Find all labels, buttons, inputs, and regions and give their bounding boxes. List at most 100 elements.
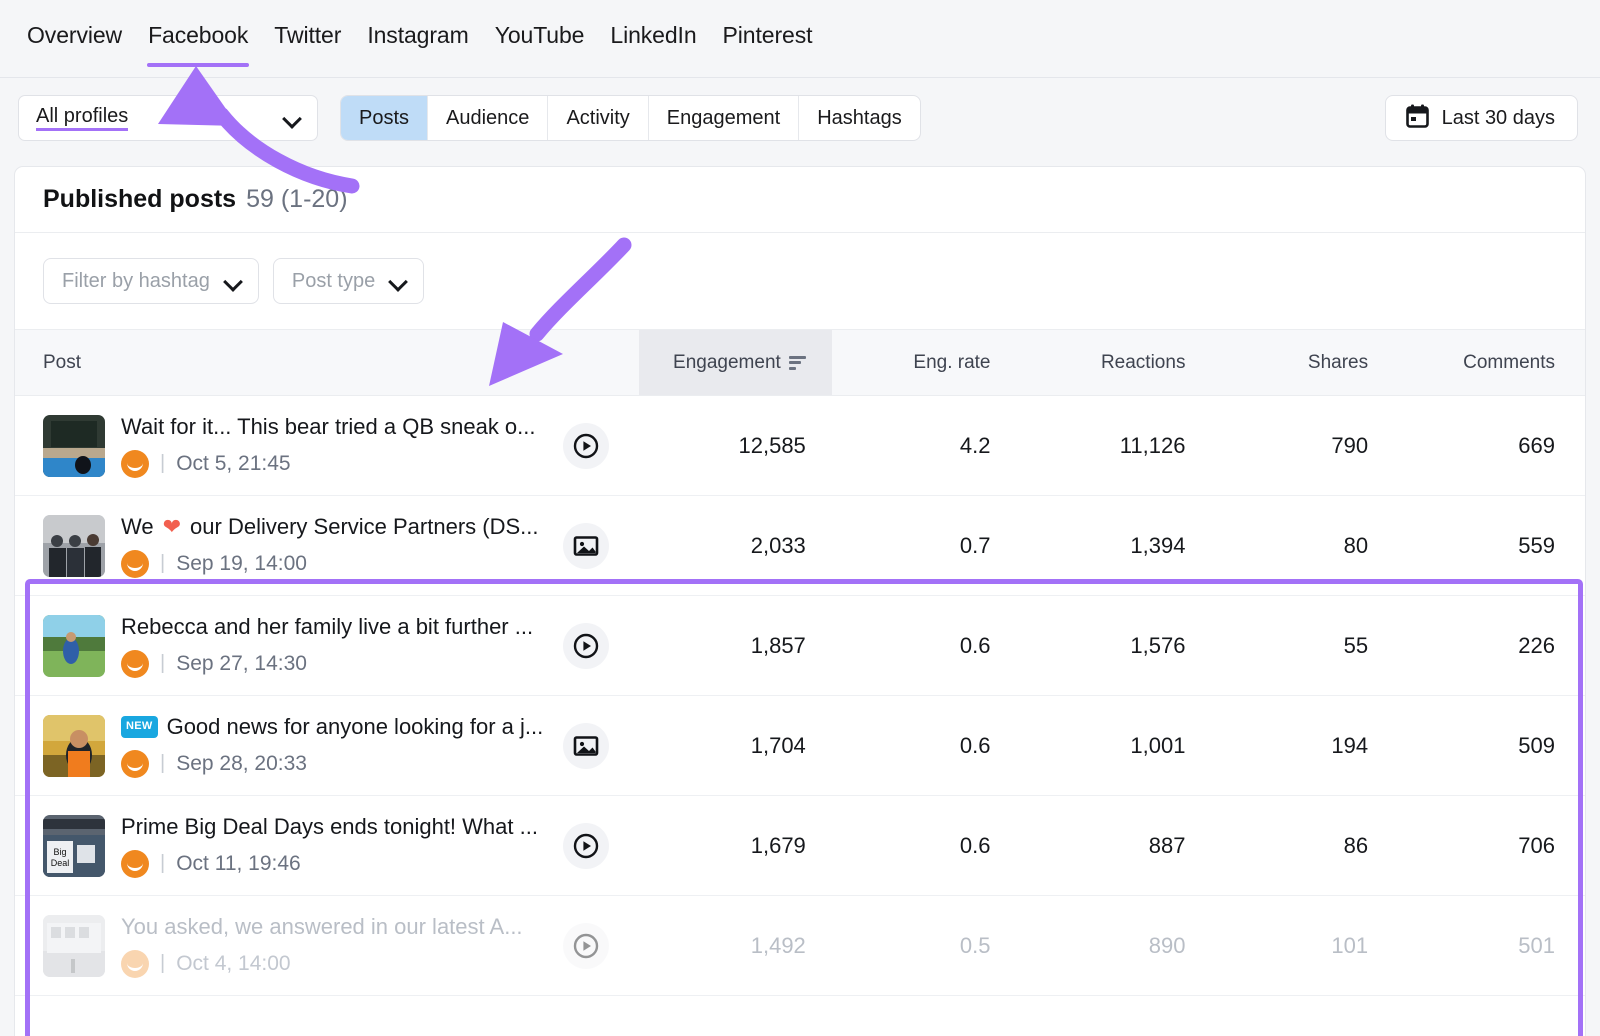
post-title-text: You asked, we answered in our latest A..… <box>121 913 523 941</box>
calendar-icon <box>1406 104 1429 133</box>
platform-tabs: OverviewFacebookTwitterInstagramYouTubeL… <box>0 0 1600 78</box>
post-text: You asked, we answered in our latest A..… <box>121 913 547 978</box>
column-header-eng-rate[interactable]: Eng. rate <box>832 330 1017 396</box>
column-header-engagement[interactable]: Engagement <box>639 330 832 396</box>
platform-tab-facebook[interactable]: Facebook <box>135 22 261 67</box>
card-header: Published posts 59 (1-20) <box>15 167 1585 233</box>
cell-shares: 194 <box>1211 696 1394 796</box>
cell-eng-rate: 0.5 <box>832 896 1017 996</box>
post-title[interactable]: Wait for it... This bear tried a QB snea… <box>121 413 547 441</box>
post-cell: Rebecca and her family live a bit furthe… <box>15 596 639 696</box>
post-cell: You asked, we answered in our latest A..… <box>15 896 639 996</box>
table-row[interactable]: Wait for it... This bear tried a QB snea… <box>15 396 1585 496</box>
column-header-label: Reactions <box>1101 352 1186 374</box>
cell-comments: 501 <box>1394 896 1585 996</box>
image-icon[interactable] <box>563 723 609 769</box>
table-row[interactable]: NEW Good news for anyone looking for a j.… <box>15 696 1585 796</box>
svg-text:Big: Big <box>53 847 66 857</box>
cell-shares: 101 <box>1211 896 1394 996</box>
platform-tab-overview[interactable]: Overview <box>14 22 135 67</box>
platform-tab-pinterest[interactable]: Pinterest <box>710 22 826 67</box>
post-title[interactable]: NEW Good news for anyone looking for a j.… <box>121 713 547 741</box>
column-header-shares[interactable]: Shares <box>1211 330 1394 396</box>
column-header-label: Comments <box>1463 352 1555 374</box>
posts-table: Post Engagement Eng. rate Reactions Shares Co… <box>15 329 1585 996</box>
profile-avatar-icon <box>121 850 149 878</box>
tab-posts[interactable]: Posts <box>341 96 428 140</box>
cell-reactions: 1,001 <box>1017 696 1212 796</box>
column-header-reactions[interactable]: Reactions <box>1017 330 1212 396</box>
platform-tab-instagram[interactable]: Instagram <box>354 22 481 67</box>
post-title[interactable]: We❤our Delivery Service Partners (DS... <box>121 513 547 541</box>
cell-eng-rate: 0.6 <box>832 596 1017 696</box>
cell-engagement: 1,704 <box>639 696 832 796</box>
cell-shares: 86 <box>1211 796 1394 896</box>
post-text: Rebecca and her family live a bit furthe… <box>121 613 547 678</box>
column-header-post[interactable]: Post <box>15 330 639 396</box>
post-title-text: Good news for anyone looking for a j... <box>167 713 544 741</box>
meta-separator: | <box>160 652 165 675</box>
column-header-comments[interactable]: Comments <box>1394 330 1585 396</box>
platform-tab-twitter[interactable]: Twitter <box>261 22 354 67</box>
chevron-down-icon <box>389 272 407 290</box>
post-cell: BigDealPrime Big Deal Days ends tonight!… <box>15 796 639 896</box>
tab-hashtags[interactable]: Hashtags <box>799 96 920 140</box>
date-range-label: Last 30 days <box>1442 107 1555 130</box>
column-header-inner: Comments <box>1463 352 1555 374</box>
cell-comments: 669 <box>1394 396 1585 496</box>
filter-label: Post type <box>292 270 375 293</box>
play-circle-icon[interactable] <box>563 623 609 669</box>
post-cell-inner: We❤our Delivery Service Partners (DS...|… <box>43 513 639 578</box>
profile-avatar-icon <box>121 750 149 778</box>
column-header-label: Engagement <box>673 352 781 374</box>
cell-eng-rate: 0.6 <box>832 796 1017 896</box>
filter-filter-by-hashtag[interactable]: Filter by hashtag <box>43 258 259 304</box>
date-range-picker[interactable]: Last 30 days <box>1385 95 1578 141</box>
column-header-label: Eng. rate <box>913 352 990 374</box>
post-cell: Wait for it... This bear tried a QB snea… <box>15 396 639 496</box>
post-meta: |Oct 4, 14:00 <box>121 950 547 978</box>
table-filters: Filter by hashtag Post type <box>15 233 1585 329</box>
meta-separator: | <box>160 752 165 775</box>
profile-select[interactable]: All profiles <box>18 95 318 141</box>
platform-tab-linkedin[interactable]: LinkedIn <box>597 22 709 67</box>
post-title[interactable]: Prime Big Deal Days ends tonight! What .… <box>121 813 547 841</box>
post-cell: We❤our Delivery Service Partners (DS...|… <box>15 496 639 596</box>
new-badge-icon: NEW <box>121 716 158 738</box>
sort-descending-icon[interactable] <box>789 356 806 370</box>
cell-reactions: 1,576 <box>1017 596 1212 696</box>
image-icon[interactable] <box>563 523 609 569</box>
post-thumbnail <box>43 915 105 977</box>
cell-reactions: 890 <box>1017 896 1212 996</box>
post-title[interactable]: You asked, we answered in our latest A..… <box>121 913 547 941</box>
post-thumbnail <box>43 715 105 777</box>
tab-audience[interactable]: Audience <box>428 96 548 140</box>
post-meta: |Sep 19, 14:00 <box>121 550 547 578</box>
cell-reactions: 887 <box>1017 796 1212 896</box>
table-row[interactable]: We❤our Delivery Service Partners (DS...|… <box>15 496 1585 596</box>
post-cell-inner: NEW Good news for anyone looking for a j.… <box>43 713 639 778</box>
post-title-text: Rebecca and her family live a bit furthe… <box>121 613 533 641</box>
post-date: Oct 5, 21:45 <box>176 452 290 476</box>
play-circle-icon[interactable] <box>563 423 609 469</box>
post-title-text: our Delivery Service Partners (DS... <box>190 513 538 541</box>
profile-avatar-icon <box>121 550 149 578</box>
table-row[interactable]: BigDealPrime Big Deal Days ends tonight!… <box>15 796 1585 896</box>
tab-engagement[interactable]: Engagement <box>649 96 799 140</box>
table-row[interactable]: Rebecca and her family live a bit furthe… <box>15 596 1585 696</box>
cell-engagement: 1,492 <box>639 896 832 996</box>
cell-shares: 80 <box>1211 496 1394 596</box>
tab-activity[interactable]: Activity <box>548 96 648 140</box>
post-title[interactable]: Rebecca and her family live a bit furthe… <box>121 613 547 641</box>
play-circle-icon[interactable] <box>563 823 609 869</box>
page-title: Published posts <box>43 185 236 214</box>
platform-tab-youtube[interactable]: YouTube <box>482 22 598 67</box>
filter-post-type[interactable]: Post type <box>273 258 424 304</box>
cell-engagement: 12,585 <box>639 396 832 496</box>
heart-icon: ❤ <box>163 516 181 538</box>
post-text: Wait for it... This bear tried a QB snea… <box>121 413 547 478</box>
post-title-text: Prime Big Deal Days ends tonight! What .… <box>121 813 538 841</box>
cell-reactions: 11,126 <box>1017 396 1212 496</box>
table-row[interactable]: You asked, we answered in our latest A..… <box>15 896 1585 996</box>
play-circle-icon[interactable] <box>563 923 609 969</box>
